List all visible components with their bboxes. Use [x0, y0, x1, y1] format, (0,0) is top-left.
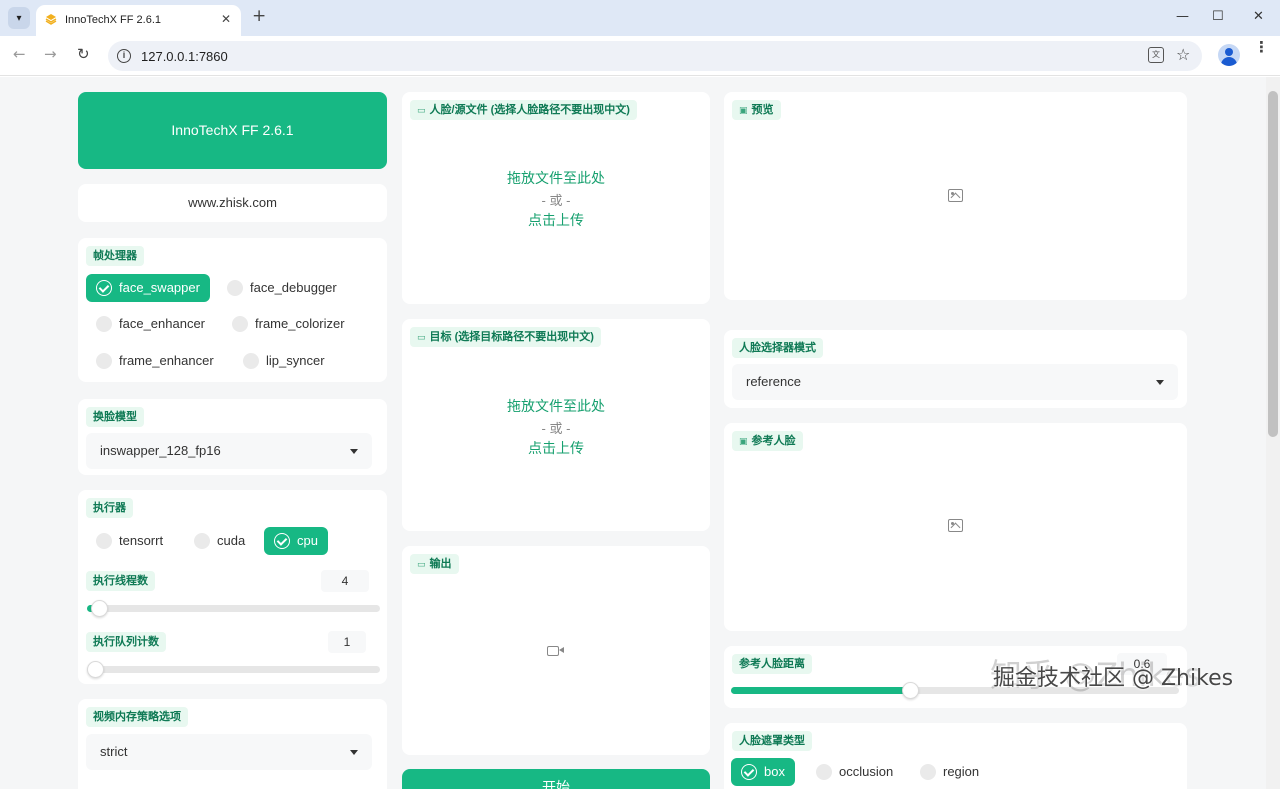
website-panel: www.zhisk.com	[78, 184, 387, 222]
source-drop-text: 拖放文件至此处	[507, 170, 605, 186]
website-text: www.zhisk.com	[188, 195, 277, 210]
reference-face-distance-label: 参考人脸距离	[732, 654, 812, 674]
checkbox-region[interactable]: region	[910, 758, 989, 786]
check-icon	[741, 764, 757, 780]
execution-providers-label: 执行器	[86, 498, 133, 518]
frame-processors-label: 帧处理器	[86, 246, 144, 266]
bookmark-star-icon[interactable]: ☆	[1176, 45, 1190, 64]
face-selector-mode-label: 人脸选择器模式	[732, 338, 823, 358]
caret-down-icon	[350, 750, 358, 755]
caret-down-icon	[350, 449, 358, 454]
app-title-banner: InnoTechX FF 2.6.1	[78, 92, 387, 169]
video-memory-strategy-dropdown[interactable]: strict	[86, 734, 372, 770]
face-swapper-model-label: 换脸模型	[86, 407, 144, 427]
face-selector-mode-dropdown[interactable]: reference	[732, 364, 1178, 400]
dropdown-value: inswapper_128_fp16	[100, 443, 221, 458]
back-button[interactable]: ←	[13, 45, 26, 63]
queue-count-input[interactable]: 1	[328, 631, 366, 653]
checkbox-cuda[interactable]: cuda	[184, 527, 255, 555]
slider-handle[interactable]	[87, 661, 104, 678]
browser-titlebar: ▾ InnoTechX FF 2.6.1 ✕ + — ☐ ✕	[0, 0, 1280, 36]
checkbox-frame-enhancer[interactable]: frame_enhancer	[86, 347, 224, 375]
image-placeholder-icon	[948, 519, 963, 532]
queue-count-label: 执行队列计数	[86, 632, 166, 652]
video-placeholder-icon	[547, 646, 564, 656]
target-label: ▭ 目标 (选择目标路径不要出现中文)	[410, 327, 601, 347]
check-icon	[274, 533, 290, 549]
checkbox-tensorrt[interactable]: tensorrt	[86, 527, 173, 555]
maximize-button[interactable]: ☐	[1212, 9, 1224, 24]
queue-count-slider[interactable]	[87, 661, 380, 678]
target-drop-text: 拖放文件至此处	[507, 398, 605, 414]
window-close-button[interactable]: ✕	[1253, 9, 1264, 24]
output-label: ▭ 输出	[410, 554, 459, 574]
reload-button[interactable]: ↻	[77, 45, 90, 63]
face-mask-types-label: 人脸遮罩类型	[732, 731, 812, 751]
file-icon: ▭	[417, 106, 426, 116]
checkbox-cpu[interactable]: cpu	[264, 527, 328, 555]
source-or-text: - 或 -	[541, 193, 571, 208]
forward-button[interactable]: →	[44, 45, 57, 63]
new-tab-button[interactable]: +	[252, 6, 266, 26]
target-or-text: - 或 -	[541, 421, 571, 436]
slider-handle[interactable]	[902, 682, 919, 699]
start-button[interactable]: 开始	[402, 769, 710, 789]
url-text: 127.0.0.1:7860	[141, 49, 228, 64]
video-camera-icon: ▭	[417, 560, 426, 570]
checkbox-frame-colorizer[interactable]: frame_colorizer	[222, 310, 355, 338]
slider-handle[interactable]	[91, 600, 108, 617]
preview-label: ▣ 预览	[732, 100, 781, 120]
face-swapper-model-dropdown[interactable]: inswapper_128_fp16	[86, 433, 372, 469]
tab-close-icon[interactable]: ✕	[221, 12, 231, 26]
image-icon: ▣	[739, 437, 748, 447]
image-placeholder-icon	[948, 189, 963, 202]
video-memory-strategy-label: 视频内存策略选项	[86, 707, 188, 727]
source-click-upload[interactable]: 点击上传	[402, 210, 710, 230]
watermark-juejin: 掘金技术社区 @ Zhikes	[993, 666, 1234, 691]
profile-avatar-icon[interactable]	[1218, 44, 1240, 66]
frame-processors-panel: 帧处理器 face_swapper face_debugger face_enh…	[78, 238, 387, 382]
checkbox-occlusion[interactable]: occlusion	[806, 758, 903, 786]
dropdown-value: strict	[100, 744, 128, 759]
browser-menu-icon[interactable]: ⋮	[1254, 40, 1269, 55]
output-panel: ▭ 输出	[402, 546, 710, 755]
image-icon: ▣	[739, 106, 748, 116]
checkbox-face-swapper[interactable]: face_swapper	[86, 274, 210, 302]
address-bar[interactable]: i 127.0.0.1:7860 文 ☆	[108, 41, 1202, 71]
checkbox-box[interactable]: box	[731, 758, 795, 786]
site-info-icon[interactable]: i	[117, 49, 131, 63]
checkbox-lip-syncer[interactable]: lip_syncer	[233, 347, 335, 375]
target-click-upload[interactable]: 点击上传	[402, 438, 710, 458]
browser-tab[interactable]: InnoTechX FF 2.6.1 ✕	[36, 5, 241, 36]
preview-panel: ▣ 预览	[724, 92, 1187, 300]
dropdown-value: reference	[746, 374, 801, 389]
checkbox-face-debugger[interactable]: face_debugger	[217, 274, 347, 302]
favicon-icon	[45, 14, 57, 25]
execution-panel: 执行器 tensorrt cuda cpu 执行线程数 4 执行队列计数 1	[78, 490, 387, 684]
check-icon	[96, 280, 112, 296]
translate-icon[interactable]: 文	[1148, 47, 1164, 63]
checkbox-face-enhancer[interactable]: face_enhancer	[86, 310, 215, 338]
caret-down-icon	[1156, 380, 1164, 385]
slider-fill	[731, 687, 910, 694]
scrollbar-thumb[interactable]	[1268, 91, 1278, 437]
thread-count-input[interactable]: 4	[321, 570, 369, 592]
source-upload-panel[interactable]: ▭ 人脸/源文件 (选择人脸路径不要出现中文) 拖放文件至此处 - 或 - 点击上…	[402, 92, 710, 304]
face-swapper-model-panel: 换脸模型 inswapper_128_fp16	[78, 399, 387, 475]
tab-search-button[interactable]: ▾	[8, 7, 30, 29]
face-mask-types-panel: 人脸遮罩类型 box occlusion region	[724, 723, 1187, 789]
browser-toolbar: ← → ↻ i 127.0.0.1:7860 文 ☆ ⋮	[0, 36, 1280, 76]
face-selector-mode-panel: 人脸选择器模式 reference	[724, 330, 1187, 408]
source-label: ▭ 人脸/源文件 (选择人脸路径不要出现中文)	[410, 100, 637, 120]
minimize-button[interactable]: —	[1176, 9, 1189, 24]
tab-title: InnoTechX FF 2.6.1	[65, 14, 161, 26]
reference-face-label: ▣ 参考人脸	[732, 431, 803, 451]
thread-count-slider[interactable]	[87, 600, 380, 617]
target-upload-panel[interactable]: ▭ 目标 (选择目标路径不要出现中文) 拖放文件至此处 - 或 - 点击上传	[402, 319, 710, 531]
reference-face-panel: ▣ 参考人脸	[724, 423, 1187, 631]
thread-count-label: 执行线程数	[86, 571, 155, 591]
page-scrollbar[interactable]	[1266, 77, 1280, 789]
video-memory-strategy-panel: 视频内存策略选项 strict	[78, 699, 387, 789]
file-icon: ▭	[417, 333, 426, 343]
